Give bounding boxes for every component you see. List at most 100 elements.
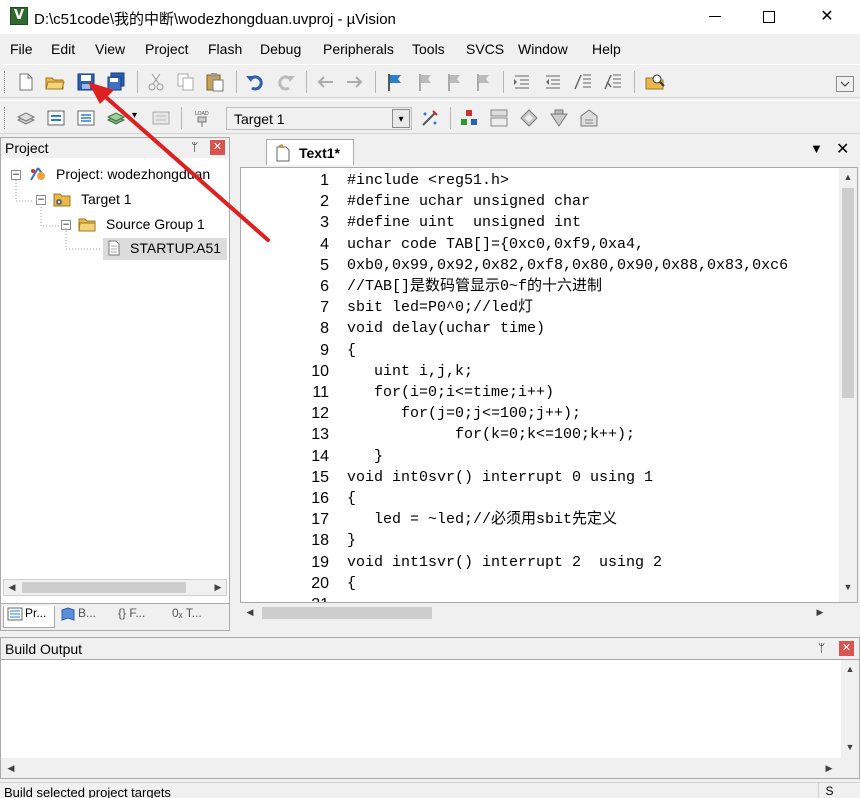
minimize-button[interactable]	[692, 0, 738, 34]
chevron-down-icon[interactable]: ▾	[392, 109, 410, 128]
new-file-icon[interactable]	[16, 72, 36, 92]
code-line[interactable]: 1 #include <reg51.h>	[241, 170, 833, 191]
menu-edit[interactable]: Edit	[51, 41, 75, 57]
close-tab-icon[interactable]: ✕	[836, 139, 849, 159]
comment-icon[interactable]	[573, 72, 593, 92]
undo-icon[interactable]	[245, 72, 265, 92]
scrollbar-thumb[interactable]	[842, 188, 854, 398]
menu-file[interactable]: File	[10, 41, 33, 57]
previous-bookmark-icon[interactable]	[414, 72, 434, 92]
options-for-target-icon[interactable]	[420, 108, 440, 128]
code-line[interactable]: 2 #define uchar unsigned char	[241, 191, 833, 212]
tab-books[interactable]: B...	[57, 606, 111, 628]
code-line[interactable]: 16 {	[241, 488, 833, 509]
menu-flash[interactable]: Flash	[208, 41, 242, 57]
scroll-up-icon[interactable]: ▲	[842, 662, 858, 677]
navigate-back-icon[interactable]	[315, 72, 335, 92]
code-line[interactable]: 15 void int0svr() interrupt 0 using 1	[241, 467, 833, 488]
editor-hscrollbar[interactable]: ◀ ▶	[240, 603, 840, 623]
save-all-icon[interactable]	[106, 72, 126, 92]
uncomment-icon[interactable]	[603, 72, 623, 92]
software-components-icon[interactable]	[519, 108, 539, 128]
redo-icon[interactable]	[276, 72, 296, 92]
scroll-left-icon[interactable]: ◀	[4, 580, 20, 595]
code-line[interactable]: 10 uint i,j,k;	[241, 361, 833, 382]
code-line[interactable]: 20 {	[241, 573, 833, 594]
translate-icon[interactable]	[16, 108, 36, 128]
clear-bookmarks-icon[interactable]	[472, 72, 492, 92]
batch-build-dropdown-icon[interactable]: ▾	[132, 110, 137, 121]
find-in-files-icon[interactable]	[645, 72, 665, 92]
scroll-right-icon[interactable]: ▶	[812, 605, 828, 620]
save-icon[interactable]	[76, 72, 96, 92]
unindent-icon[interactable]	[543, 72, 563, 92]
next-bookmark-icon[interactable]	[443, 72, 463, 92]
scrollbar-thumb[interactable]	[262, 607, 432, 619]
code-line[interactable]: 3 #define uint unsigned int	[241, 212, 833, 233]
code-line[interactable]: 12 for(j=0;j<=100;j++);	[241, 403, 833, 424]
paste-icon[interactable]	[205, 72, 225, 92]
close-window-button[interactable]: ✕	[804, 0, 850, 34]
project-hscrollbar[interactable]: ◀ ▶	[3, 579, 227, 596]
rebuild-icon[interactable]	[76, 108, 96, 128]
menu-view[interactable]: View	[95, 41, 125, 57]
code-line[interactable]: 5 0xb0,0x99,0x92,0x82,0xf8,0x80,0x90,0x88…	[241, 255, 833, 276]
component-manager-icon[interactable]	[579, 108, 599, 128]
maximize-button[interactable]	[746, 0, 792, 34]
code-line[interactable]: 19 void int1svr() interrupt 2 using 2	[241, 552, 833, 573]
code-line[interactable]: 21	[241, 594, 833, 602]
batch-build-icon[interactable]	[106, 108, 126, 128]
code-line[interactable]: 14 }	[241, 446, 833, 467]
scrollbar-thumb[interactable]	[22, 582, 186, 593]
menu-project[interactable]: Project	[145, 41, 189, 57]
toolbar-grip[interactable]	[4, 71, 7, 93]
code-line[interactable]: 13 for(k=0;k<=100;k++);	[241, 424, 833, 445]
menu-peripherals[interactable]: Peripherals	[323, 41, 394, 57]
code-line[interactable]: 6 //TAB[]是数码管显示0~f的十六进制	[241, 276, 833, 297]
cut-icon[interactable]	[146, 72, 166, 92]
scroll-right-icon[interactable]: ▶	[821, 761, 837, 776]
code-line[interactable]: 4 uchar code TAB[]={0xc0,0xf9,0xa4,	[241, 234, 833, 255]
scroll-left-icon[interactable]: ◀	[3, 761, 19, 776]
code-line[interactable]: 9{	[241, 340, 833, 361]
tab-templates[interactable]: 0ₓ T...	[169, 606, 225, 628]
tab-list-dropdown-icon[interactable]: ▼	[810, 141, 823, 156]
code-line[interactable]: 18}	[241, 530, 833, 551]
tab-project[interactable]: Pr...	[3, 606, 55, 628]
close-panel-icon[interactable]: ✕	[839, 641, 854, 656]
menu-svcs[interactable]: SVCS	[466, 41, 504, 57]
close-panel-icon[interactable]: ✕	[210, 140, 225, 155]
stop-build-icon[interactable]	[151, 108, 171, 128]
scroll-down-icon[interactable]: ▼	[840, 580, 856, 595]
code-editor[interactable]: 1 #include <reg51.h> 2 #define uchar unsign…	[240, 167, 858, 603]
code-line[interactable]: 17 led = ~led;//必须用sbit先定义	[241, 509, 833, 530]
build-hscrollbar[interactable]: ◀ ▶	[1, 758, 859, 778]
build-vscrollbar[interactable]: ▲ ▼	[841, 660, 859, 758]
target-select[interactable]: Target 1 ▾	[226, 107, 412, 130]
download-load-icon[interactable]: LOAD	[192, 108, 212, 128]
menu-debug[interactable]: Debug	[260, 41, 301, 57]
manage-project-items-icon[interactable]	[459, 108, 479, 128]
toolbar-grip[interactable]	[4, 107, 7, 129]
editor-vscrollbar[interactable]: ▲ ▼	[839, 168, 857, 602]
tab-functions[interactable]: {} F...	[115, 606, 167, 628]
scroll-up-icon[interactable]: ▲	[840, 170, 856, 185]
code-line[interactable]: 11 for(i=0;i<=time;i++)	[241, 382, 833, 403]
menu-window[interactable]: Window	[518, 41, 568, 57]
menu-help[interactable]: Help	[592, 41, 621, 57]
copy-icon[interactable]	[176, 72, 196, 92]
scroll-left-icon[interactable]: ◀	[242, 605, 258, 620]
open-folder-icon[interactable]	[45, 72, 65, 92]
tree-item-startup-file[interactable]: STARTUP.A51	[103, 238, 227, 260]
pin-icon[interactable]: ᛘ	[818, 641, 825, 655]
code-line[interactable]: 7 sbit led=P0^0;//led灯	[241, 297, 833, 318]
navigate-forward-icon[interactable]	[345, 72, 365, 92]
editor-tab-text1[interactable]: Text1*	[266, 139, 354, 165]
toolbar-overflow-icon[interactable]	[836, 76, 854, 92]
pack-installer-icon[interactable]	[549, 108, 569, 128]
scroll-right-icon[interactable]: ▶	[210, 580, 226, 595]
scroll-down-icon[interactable]: ▼	[842, 740, 858, 755]
code-line[interactable]: 8 void delay(uchar time)	[241, 318, 833, 339]
menu-tools[interactable]: Tools	[412, 41, 445, 57]
indent-icon[interactable]	[512, 72, 532, 92]
